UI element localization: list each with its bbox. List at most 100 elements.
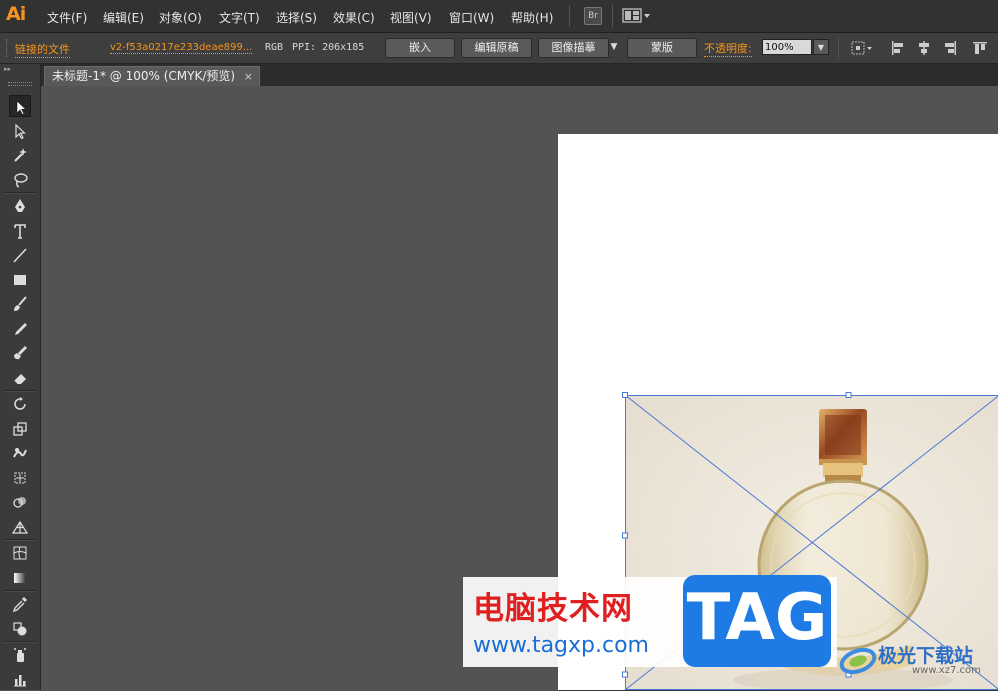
column-graph-icon bbox=[12, 672, 28, 688]
mesh-tool[interactable] bbox=[9, 542, 31, 564]
rotate-icon bbox=[12, 396, 28, 412]
menu-window[interactable]: 窗口(W) bbox=[449, 9, 494, 26]
resize-handle[interactable] bbox=[623, 533, 628, 538]
line-segment-icon bbox=[12, 247, 28, 263]
menu-bar: Ai 文件(F) 编辑(E) 对象(O) 文字(T) 选择(S) 效果(C) 视… bbox=[0, 0, 998, 33]
panel-grip[interactable] bbox=[6, 39, 9, 57]
ppi-text: PPI: 206x185 bbox=[292, 42, 364, 53]
perspective-grid-tool[interactable] bbox=[9, 516, 31, 538]
watermark-site-url: www.xz7.com bbox=[912, 665, 981, 676]
eraser-icon bbox=[12, 370, 28, 386]
eyedropper-icon bbox=[12, 596, 28, 612]
menu-view[interactable]: 视图(V) bbox=[390, 9, 432, 26]
menu-type[interactable]: 文字(T) bbox=[219, 9, 260, 26]
gradient-tool[interactable] bbox=[9, 567, 31, 589]
lasso-tool[interactable] bbox=[9, 169, 31, 191]
transform-reference-button[interactable] bbox=[850, 40, 874, 56]
eyedropper-tool[interactable] bbox=[9, 593, 31, 615]
rectangle-tool[interactable] bbox=[9, 269, 31, 291]
workspace-layout-icon bbox=[622, 8, 652, 24]
tool-group-divider bbox=[4, 539, 36, 541]
document-tab[interactable]: 未标题-1* @ 100% (CMYK/预览) × bbox=[44, 66, 260, 86]
line-segment-tool[interactable] bbox=[9, 244, 31, 266]
bridge-button[interactable]: Br bbox=[584, 7, 602, 25]
opacity-label[interactable]: 不透明度: bbox=[704, 40, 752, 57]
watermark-site-name: 极光下载站 bbox=[878, 641, 973, 668]
scale-tool[interactable] bbox=[9, 418, 31, 440]
watermark-url: www.tagxp.com bbox=[473, 633, 649, 658]
app-logo: Ai bbox=[6, 3, 25, 25]
close-tab-icon[interactable]: × bbox=[244, 67, 253, 86]
magic-wand-tool[interactable] bbox=[9, 144, 31, 166]
menu-divider bbox=[612, 5, 613, 27]
pencil-icon bbox=[12, 321, 28, 337]
align-horizontal-center-icon bbox=[916, 40, 932, 56]
column-graph-tool[interactable] bbox=[9, 669, 31, 691]
control-divider bbox=[838, 38, 839, 58]
linked-file-link[interactable]: 链接的文件 bbox=[15, 41, 70, 58]
watermark-tag-badge: TAG bbox=[683, 575, 831, 667]
mesh-icon bbox=[12, 545, 28, 561]
align-center-button[interactable] bbox=[916, 40, 932, 56]
selection-icon bbox=[13, 99, 29, 115]
opacity-dropdown[interactable]: ▼ bbox=[813, 39, 829, 55]
type-tool[interactable] bbox=[9, 220, 31, 242]
free-transform-tool[interactable] bbox=[9, 467, 31, 489]
blob-brush-icon bbox=[12, 345, 28, 361]
opacity-input[interactable]: 100% bbox=[762, 39, 812, 55]
align-top-button[interactable] bbox=[972, 40, 988, 56]
scale-icon bbox=[12, 421, 28, 437]
file-name-link[interactable]: v2-f53a0217e233deae899... bbox=[110, 42, 252, 54]
direct-selection-icon bbox=[12, 123, 28, 139]
direct-selection-tool[interactable] bbox=[9, 120, 31, 142]
edit-original-button[interactable]: 编辑原稿 bbox=[461, 38, 532, 58]
resize-handle[interactable] bbox=[623, 393, 628, 398]
aurora-logo-icon bbox=[838, 637, 878, 677]
menu-file[interactable]: 文件(F) bbox=[47, 9, 87, 26]
control-bar: 链接的文件 v2-f53a0217e233deae899... RGB PPI:… bbox=[0, 33, 998, 64]
type-icon bbox=[12, 223, 28, 239]
rotate-tool[interactable] bbox=[9, 393, 31, 415]
selection-tool[interactable] bbox=[9, 95, 31, 117]
resize-handle[interactable] bbox=[623, 672, 628, 677]
blend-tool[interactable] bbox=[9, 618, 31, 640]
symbol-sprayer-tool[interactable] bbox=[9, 644, 31, 666]
magic-wand-icon bbox=[12, 147, 28, 163]
eraser-tool[interactable] bbox=[9, 367, 31, 389]
tool-group-divider bbox=[4, 192, 36, 194]
embed-button[interactable]: 嵌入 bbox=[385, 38, 455, 58]
symbol-sprayer-icon bbox=[12, 647, 28, 663]
pencil-tool[interactable] bbox=[9, 318, 31, 340]
align-right-icon bbox=[942, 40, 958, 56]
menu-effect[interactable]: 效果(C) bbox=[333, 9, 375, 26]
color-mode-text: RGB bbox=[265, 42, 283, 53]
tools-panel: ▸▸ bbox=[0, 64, 41, 690]
gradient-icon bbox=[12, 570, 28, 586]
watermark-title: 电脑技术网 bbox=[473, 583, 633, 628]
blob-brush-tool[interactable] bbox=[9, 342, 31, 364]
watermark-tag-text: TAG bbox=[683, 581, 831, 655]
workspace-switcher-button[interactable] bbox=[622, 8, 652, 24]
menu-help[interactable]: 帮助(H) bbox=[511, 9, 553, 26]
panel-grip[interactable] bbox=[8, 82, 32, 86]
menu-edit[interactable]: 编辑(E) bbox=[103, 9, 144, 26]
image-trace-button[interactable]: 图像描摹 bbox=[538, 38, 609, 58]
align-right-button[interactable] bbox=[942, 40, 958, 56]
panel-collapse-icon[interactable]: ▸▸ bbox=[4, 67, 36, 72]
lasso-icon bbox=[12, 172, 28, 188]
pen-icon bbox=[12, 198, 28, 214]
resize-handle[interactable] bbox=[846, 393, 851, 398]
paintbrush-tool[interactable] bbox=[9, 293, 31, 315]
menu-select[interactable]: 选择(S) bbox=[276, 9, 317, 26]
warp-tool[interactable] bbox=[9, 442, 31, 464]
image-trace-dropdown[interactable]: ▼ bbox=[608, 38, 620, 56]
pen-tool[interactable] bbox=[9, 195, 31, 217]
reference-point-icon bbox=[850, 40, 874, 56]
mask-button[interactable]: 蒙版 bbox=[627, 38, 697, 58]
menu-object[interactable]: 对象(O) bbox=[159, 9, 202, 26]
menu-divider bbox=[569, 5, 570, 27]
shape-builder-tool[interactable] bbox=[9, 491, 31, 513]
align-left-button[interactable] bbox=[890, 40, 906, 56]
blend-icon bbox=[12, 621, 28, 637]
tool-group-divider bbox=[4, 641, 36, 643]
